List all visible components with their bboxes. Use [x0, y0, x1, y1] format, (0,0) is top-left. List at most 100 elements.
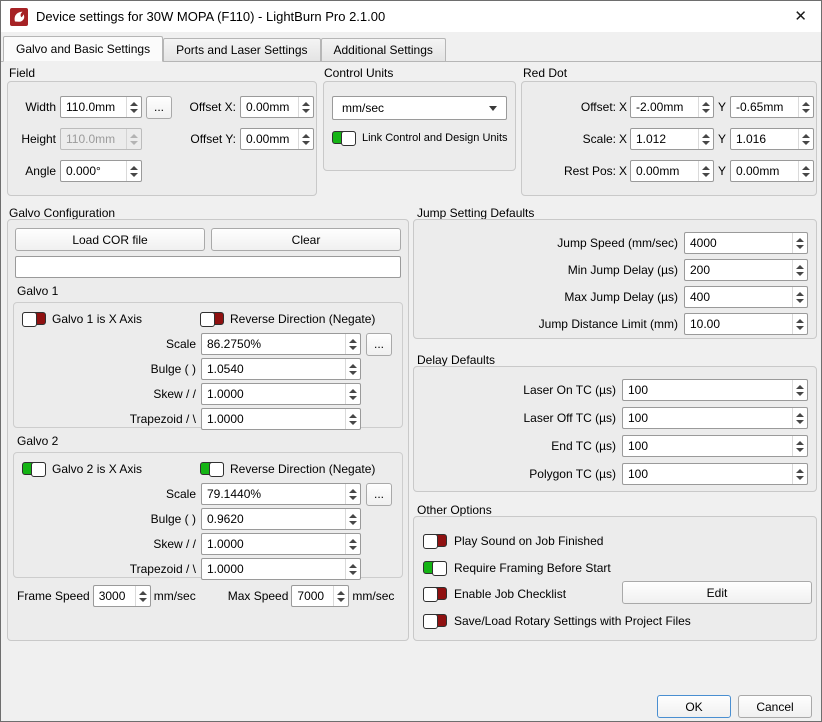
- galvo2-scale-spinbox[interactable]: 79.1440%: [201, 483, 361, 505]
- galvo1-skew-spinbox[interactable]: 1.0000: [201, 383, 361, 405]
- clear-cor-button[interactable]: Clear: [211, 228, 401, 251]
- tab-galvo-and-basic-settings[interactable]: Galvo and Basic Settings: [3, 36, 163, 62]
- field-angle-spinbox[interactable]: 0.000°: [60, 160, 142, 182]
- laser-off-tc-spinbox[interactable]: 100: [622, 407, 808, 429]
- spin-arrows-icon[interactable]: [798, 97, 813, 117]
- end-tc-value: 100: [623, 436, 792, 456]
- cor-file-path-input[interactable]: [15, 256, 401, 278]
- spin-arrows-icon[interactable]: [792, 233, 807, 253]
- spin-arrows-icon[interactable]: [698, 161, 713, 181]
- galvo1-reverse-direction-toggle[interactable]: [200, 312, 224, 325]
- spin-arrows-icon[interactable]: [298, 97, 313, 117]
- link-units-toggle[interactable]: [332, 131, 356, 144]
- max-speed-unit: mm/sec: [352, 589, 394, 603]
- tab-ports-and-laser-settings[interactable]: Ports and Laser Settings: [163, 38, 320, 61]
- galvo-config-group-title: Galvo Configuration: [9, 206, 115, 220]
- delay-defaults-group: Laser On TC (µs) 100 Laser Off TC (µs) 1…: [413, 366, 817, 492]
- galvo1-scale-more-button[interactable]: ...: [366, 333, 392, 356]
- field-width-value: 110.0mm: [61, 97, 126, 117]
- spin-arrows-icon[interactable]: [345, 559, 360, 579]
- end-tc-label: End TC (µs): [414, 439, 616, 453]
- min-jump-delay-spinbox[interactable]: 200: [684, 259, 808, 281]
- close-icon[interactable]: ✕: [790, 7, 811, 26]
- galvo1-scale-value: 86.2750%: [202, 334, 345, 354]
- spin-arrows-icon[interactable]: [345, 509, 360, 529]
- spin-arrows-icon[interactable]: [698, 97, 713, 117]
- spin-arrows-icon[interactable]: [298, 129, 313, 149]
- red-dot-scale-y-spinbox[interactable]: 1.016: [730, 128, 814, 150]
- spin-arrows-icon[interactable]: [345, 334, 360, 354]
- galvo2-trapezoid-spinbox[interactable]: 1.0000: [201, 558, 361, 580]
- spin-arrows-icon[interactable]: [792, 380, 807, 400]
- field-size-more-button[interactable]: ...: [146, 96, 172, 119]
- spin-arrows-icon[interactable]: [345, 359, 360, 379]
- spin-arrows-icon[interactable]: [345, 534, 360, 554]
- field-offset-x-spinbox[interactable]: 0.00mm: [240, 96, 314, 118]
- galvo2-reverse-direction-toggle[interactable]: [200, 462, 224, 475]
- field-width-spinbox[interactable]: 110.0mm: [60, 96, 142, 118]
- play-sound-toggle[interactable]: [423, 534, 447, 547]
- spin-arrows-icon[interactable]: [792, 260, 807, 280]
- field-offset-y-value: 0.00mm: [241, 129, 298, 149]
- load-cor-file-button[interactable]: Load COR file: [15, 228, 205, 251]
- galvo1-scale-label: Scale: [20, 337, 196, 351]
- spin-arrows-icon[interactable]: [792, 314, 807, 334]
- end-tc-spinbox[interactable]: 100: [622, 435, 808, 457]
- require-framing-toggle[interactable]: [423, 561, 447, 574]
- save-load-rotary-toggle[interactable]: [423, 614, 447, 627]
- spin-arrows-icon[interactable]: [333, 586, 348, 606]
- galvo1-bulge-spinbox[interactable]: 1.0540: [201, 358, 361, 380]
- rotary-settings-row: Save/Load Rotary Settings with Project F…: [423, 613, 816, 628]
- max-speed-value: 7000: [292, 586, 333, 606]
- red-dot-offset-y-spinbox[interactable]: -0.65mm: [730, 96, 814, 118]
- spin-arrows-icon[interactable]: [135, 586, 150, 606]
- spin-arrows-icon[interactable]: [792, 464, 807, 484]
- enable-job-checklist-toggle[interactable]: [423, 587, 447, 600]
- red-dot-rest-y-value: 0.00mm: [731, 161, 798, 181]
- spin-arrows-icon[interactable]: [345, 384, 360, 404]
- frame-speed-spinbox[interactable]: 3000: [93, 585, 151, 607]
- red-dot-rest-x-spinbox[interactable]: 0.00mm: [630, 160, 714, 182]
- galvo1-scale-spinbox[interactable]: 86.2750%: [201, 333, 361, 355]
- max-speed-spinbox[interactable]: 7000: [291, 585, 349, 607]
- galvo2-scale-more-button[interactable]: ...: [366, 483, 392, 506]
- min-jump-delay-value: 200: [685, 260, 792, 280]
- min-jump-delay-label: Min Jump Delay (µs): [414, 263, 678, 277]
- galvo2-x-axis-toggle[interactable]: [22, 462, 46, 475]
- field-offset-y-spinbox[interactable]: 0.00mm: [240, 128, 314, 150]
- spin-arrows-icon[interactable]: [698, 129, 713, 149]
- tab-additional-settings[interactable]: Additional Settings: [321, 38, 446, 61]
- red-dot-offset-label: Offset:: [528, 100, 616, 114]
- jump-speed-spinbox[interactable]: 4000: [684, 232, 808, 254]
- spin-arrows-icon[interactable]: [345, 484, 360, 504]
- control-units-dropdown[interactable]: mm/sec: [332, 96, 507, 120]
- jump-distance-limit-spinbox[interactable]: 10.00: [684, 313, 808, 335]
- frame-speed-unit: mm/sec: [154, 589, 196, 603]
- galvo2-trapezoid-value: 1.0000: [202, 559, 345, 579]
- galvo2-skew-spinbox[interactable]: 1.0000: [201, 533, 361, 555]
- red-dot-scale-x-spinbox[interactable]: 1.012: [630, 128, 714, 150]
- galvo2-bulge-spinbox[interactable]: 0.9620: [201, 508, 361, 530]
- spin-arrows-icon[interactable]: [345, 409, 360, 429]
- galvo1-x-axis-toggle[interactable]: [22, 312, 46, 325]
- red-dot-offset-x-spinbox[interactable]: -2.00mm: [630, 96, 714, 118]
- laser-on-tc-spinbox[interactable]: 100: [622, 379, 808, 401]
- end-tc-row: End TC (µs) 100: [414, 435, 808, 457]
- lightburn-logo-icon: [10, 8, 28, 26]
- spin-arrows-icon[interactable]: [126, 161, 141, 181]
- cancel-button[interactable]: Cancel: [738, 695, 812, 718]
- galvo1-trapezoid-spinbox[interactable]: 1.0000: [201, 408, 361, 430]
- edit-checklist-button[interactable]: Edit: [622, 581, 812, 604]
- spin-arrows-icon[interactable]: [792, 408, 807, 428]
- spin-arrows-icon[interactable]: [126, 97, 141, 117]
- spin-arrows-icon[interactable]: [798, 129, 813, 149]
- max-jump-delay-spinbox[interactable]: 400: [684, 286, 808, 308]
- polygon-tc-spinbox[interactable]: 100: [622, 463, 808, 485]
- spin-arrows-icon[interactable]: [792, 287, 807, 307]
- red-dot-rest-y-spinbox[interactable]: 0.00mm: [730, 160, 814, 182]
- offset-y-label: Offset Y:: [176, 132, 236, 146]
- ok-button[interactable]: OK: [657, 695, 731, 718]
- galvo1-x-axis-label: Galvo 1 is X Axis: [52, 312, 142, 326]
- spin-arrows-icon[interactable]: [798, 161, 813, 181]
- spin-arrows-icon[interactable]: [792, 436, 807, 456]
